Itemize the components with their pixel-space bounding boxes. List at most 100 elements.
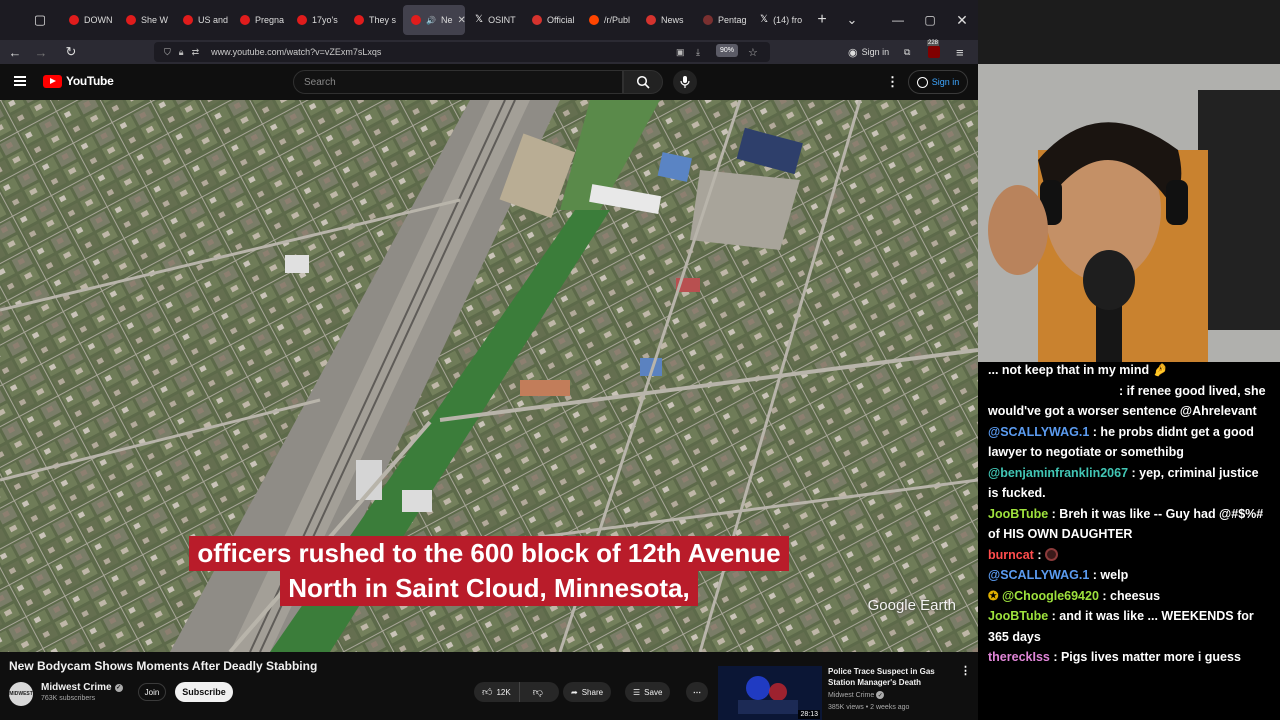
chat-username[interactable]: @SCALLYWAG.1 [988,568,1089,582]
youtube-icon [69,15,79,25]
url-text[interactable]: www.youtube.com/watch?v=vZExm7sLxqs [211,47,381,57]
video-info: New Bodycam Shows Moments After Deadly S… [0,652,978,720]
tab[interactable]: Pentag [695,5,750,35]
permissions-icon[interactable]: ⇄ [192,47,200,58]
tab-bar: ▢ DOWN She W US and Pregna 17yo's They s… [0,0,978,40]
like-button[interactable]: 👍︎ 12K [474,682,520,702]
tab[interactable]: US and [175,5,230,35]
search-icon [636,75,650,89]
chat-message: @SCALLYWAG.1 : welp [988,568,1129,582]
youtube-icon [240,15,250,25]
channel-avatar[interactable]: MIDWEST [9,682,33,706]
chat-username[interactable]: @Choogle69420 [1002,589,1099,603]
extensions-icon[interactable]: ⧉ [904,40,910,64]
share-button[interactable]: ➦ Share [563,682,612,702]
subscribe-button[interactable]: Subscribe [175,682,233,702]
tab[interactable]: News [638,5,693,35]
youtube-header: YouTube ⋮ Sign in [0,64,978,100]
tab-strip: DOWN She W US and Pregna 17yo's They s 🔊… [61,5,809,35]
back-icon[interactable]: ← [3,40,27,64]
recommended-menu-icon[interactable]: ⋮ [960,664,971,677]
chat-username[interactable]: burncat [988,548,1034,562]
x-icon: 𝕏 [760,14,769,25]
tab[interactable]: 𝕏 (14) fro [752,5,807,35]
audio-playing-icon[interactable]: 🔊 [426,16,436,25]
reload-icon[interactable]: ↻ [59,40,83,64]
caption-line-1: officers rushed to the 600 block of 12th… [189,536,789,571]
video-player[interactable]: officers rushed to the 600 block of 12th… [0,100,978,652]
screen: ▢ DOWN She W US and Pregna 17yo's They s… [0,0,1280,720]
search-button[interactable] [623,70,663,94]
shield-icon[interactable]: ⛉ [164,47,171,58]
microphone-icon [680,76,690,88]
tab[interactable]: Pregna [232,5,287,35]
list-tabs-icon[interactable]: ⌄ [839,7,865,33]
tab[interactable]: They s [346,5,401,35]
account-icon: ◉ [848,46,858,59]
youtube-icon [126,15,136,25]
pentagon-icon [703,15,713,25]
save-button[interactable]: ☰ Save [625,682,671,702]
settings-menu-icon[interactable]: ⋮ [886,74,899,90]
recommended-meta: 385K views • 2 weeks ago [828,704,910,711]
extension-badge: 228 [927,40,940,46]
youtube-logo[interactable]: YouTube [43,74,114,88]
voice-search-button[interactable] [673,70,697,94]
chat-message: : if renee good lived, she would've got … [988,383,1266,419]
webcam-feed [978,0,1280,368]
search-input[interactable] [304,76,622,88]
official-site-icon [532,15,542,25]
chat-username[interactable]: JooBTube [988,609,1048,623]
tab[interactable]: She W [118,5,173,35]
recommended-thumbnail[interactable]: 28:13 [718,666,822,720]
chat-username[interactable]: JooBTube [988,507,1048,521]
share-arrow-icon: ➦ [571,687,578,697]
tab[interactable]: /r/Publ [581,5,636,35]
youtube-sign-in-button[interactable]: Sign in [908,70,968,94]
youtube-icon [354,15,364,25]
thumbs-down-icon: 👎︎ [532,687,543,698]
tab[interactable]: 𝕏 OSINT [467,5,522,35]
youtube-icon [411,15,421,25]
bookmark-star-icon[interactable]: ☆ [748,46,758,59]
url-bar[interactable]: ⛉ 🔒︎ ⇄ www.youtube.com/watch?v=vZExm7sLx… [154,42,770,62]
tab-active[interactable]: 🔊 Ne ✕ [403,5,465,35]
dislike-button[interactable]: 👎︎ [524,682,552,702]
chat-message: burncat : [978,545,1280,566]
news-icon [646,15,656,25]
tab-overview-icon[interactable]: ▢ [27,7,53,33]
more-actions-button[interactable]: ⋯ [686,682,708,702]
youtube-icon [297,15,307,25]
firefox-account-button[interactable]: ◉ Sign in [848,40,889,64]
chat-username[interactable]: thereckIss [988,650,1050,664]
google-earth-watermark: Google Earth [867,597,956,614]
app-menu-icon[interactable]: ≡ [956,40,964,64]
join-button[interactable]: Join [138,683,166,701]
picture-in-picture-icon[interactable]: ▣ [676,47,685,58]
tab[interactable]: 17yo's [289,5,344,35]
recommended-title[interactable]: Police Trace Suspect in Gas Station Mana… [828,666,950,688]
user-icon [916,76,928,88]
tab[interactable]: Official [524,5,579,35]
youtube-play-icon [43,74,62,88]
download-page-icon[interactable]: ⤓ [696,47,700,58]
chat-message: JooBTube : Breh it was like -- Guy had @… [988,506,1264,542]
maximize-icon[interactable]: ▢ [914,0,946,40]
chat-username[interactable]: @benjaminfranklin2067 [988,466,1128,480]
tab[interactable]: DOWN [61,5,116,35]
forward-icon[interactable]: → [29,40,53,64]
like-dislike-group: 👍︎ 12K 👎︎ [474,682,559,702]
guide-menu-icon[interactable] [14,76,26,86]
lock-icon[interactable]: 🔒︎ [179,47,184,58]
minimize-icon[interactable]: — [882,0,914,40]
chat-message: ✪ @Choogle69420 : cheesus [988,588,1161,603]
caption-line-2: North in Saint Cloud, Minnesota, [280,571,698,606]
subscriber-count: 763K subscribers [41,695,96,702]
channel-name[interactable]: Midwest Crime ✓ [41,682,123,693]
zoom-indicator[interactable]: 90% [716,44,738,57]
new-tab-icon[interactable]: + [809,7,835,33]
close-window-icon[interactable]: ✕ [946,0,978,40]
chat-username[interactable]: @SCALLYWAG.1 [988,425,1089,439]
ublock-extension-icon[interactable]: 228 [927,40,940,64]
close-tab-icon[interactable]: ✕ [457,15,465,26]
